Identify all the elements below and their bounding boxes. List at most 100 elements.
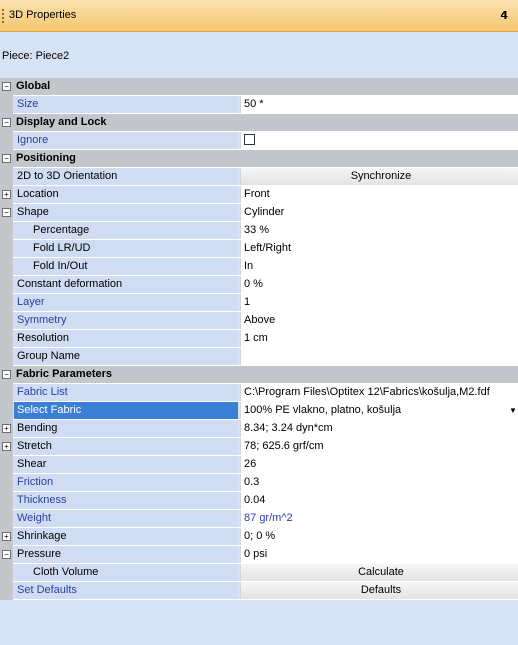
property-name: Symmetry	[14, 312, 238, 329]
property-name: Group Name	[14, 348, 238, 365]
ignore-checkbox[interactable]	[244, 133, 255, 145]
property-value[interactable]	[240, 348, 518, 365]
property-value[interactable]: 0.3	[240, 474, 518, 491]
calculate-button[interactable]: Calculate	[240, 564, 518, 581]
property-name: Weight	[14, 510, 238, 527]
category-label: Fabric Parameters	[16, 368, 112, 380]
property-name: Select Fabric	[14, 402, 238, 419]
property-constant-deformation[interactable]: Constant deformation 0 %	[0, 276, 518, 294]
property-name: 2D to 3D Orientation	[14, 168, 238, 185]
category-fabric-parameters[interactable]: − Fabric Parameters	[0, 366, 518, 384]
property-shape[interactable]: − Shape Cylinder	[0, 204, 518, 222]
collapse-icon[interactable]: −	[2, 550, 11, 559]
expand-icon[interactable]: +	[2, 424, 11, 433]
fabric-select[interactable]: 100% PE vlakno, platno, košulja ▼	[240, 402, 518, 419]
panel-title: 3D Properties	[9, 9, 77, 21]
property-size[interactable]: Size 50 *	[0, 96, 518, 114]
category-positioning[interactable]: − Positioning	[0, 150, 518, 168]
property-cloth-volume[interactable]: Cloth Volume Calculate	[0, 564, 518, 582]
property-fold-inout[interactable]: Fold In/Out In	[0, 258, 518, 276]
property-fold-lrud[interactable]: Fold LR/UD Left/Right	[0, 240, 518, 258]
expand-icon[interactable]: +	[2, 532, 11, 541]
property-resolution[interactable]: Resolution 1 cm	[0, 330, 518, 348]
property-value[interactable]: Left/Right	[240, 240, 518, 257]
property-value[interactable]: 0; 0 %	[240, 528, 518, 545]
property-weight[interactable]: Weight 87 gr/m^2	[0, 510, 518, 528]
property-value[interactable]: Front	[240, 186, 518, 203]
property-name: Shape	[14, 204, 238, 221]
property-percentage[interactable]: Percentage 33 %	[0, 222, 518, 240]
property-name: Percentage	[14, 222, 238, 239]
property-name: Thickness	[14, 492, 238, 509]
property-value[interactable]: 8.34; 3.24 dyn*cm	[240, 420, 518, 437]
property-name: Stretch	[14, 438, 238, 455]
property-thickness[interactable]: Thickness 0.04	[0, 492, 518, 510]
category-label: Display and Lock	[16, 116, 107, 128]
expand-icon[interactable]: +	[2, 190, 11, 199]
property-name: Fold In/Out	[14, 258, 238, 275]
property-name: Fold LR/UD	[14, 240, 238, 257]
property-value[interactable]: 78; 625.6 grf/cm	[240, 438, 518, 455]
defaults-button[interactable]: Defaults	[240, 582, 518, 599]
property-orientation[interactable]: 2D to 3D Orientation Synchronize	[0, 168, 518, 186]
category-label: Global	[16, 80, 51, 92]
property-value[interactable]: 33 %	[240, 222, 518, 239]
property-friction[interactable]: Friction 0.3	[0, 474, 518, 492]
property-name: Shrinkage	[14, 528, 238, 545]
property-layer[interactable]: Layer 1	[0, 294, 518, 312]
property-grid: − Global Size 50 * − Display and Lock Ig…	[0, 78, 518, 600]
property-ignore[interactable]: Ignore	[0, 132, 518, 150]
property-stretch[interactable]: + Stretch 78; 625.6 grf/cm	[0, 438, 518, 456]
property-name: Location	[14, 186, 238, 203]
property-value[interactable]: 0 %	[240, 276, 518, 293]
property-value[interactable]: 1 cm	[240, 330, 518, 347]
property-name: Ignore	[14, 132, 238, 149]
property-name: Shear	[14, 456, 238, 473]
property-shear[interactable]: Shear 26	[0, 456, 518, 474]
property-name: Pressure	[14, 546, 238, 563]
property-value[interactable]: 50 *	[240, 96, 518, 113]
collapse-icon[interactable]: −	[2, 370, 11, 379]
property-value[interactable]: 26	[240, 456, 518, 473]
property-group-name[interactable]: Group Name	[0, 348, 518, 366]
property-fabric-list[interactable]: Fabric List C:\Program Files\Optitex 12\…	[0, 384, 518, 402]
expand-icon[interactable]: +	[2, 442, 11, 451]
weight-value: 87	[244, 512, 257, 524]
category-label: Positioning	[16, 152, 76, 164]
dropdown-arrow-icon[interactable]: ▼	[508, 405, 518, 416]
weight-unit: gr/m^2	[259, 512, 293, 524]
property-pressure[interactable]: − Pressure 0 psi	[0, 546, 518, 564]
category-global[interactable]: − Global	[0, 78, 518, 96]
property-name: Friction	[14, 474, 238, 491]
property-value[interactable]: 0.04	[240, 492, 518, 509]
property-name: Layer	[14, 294, 238, 311]
property-set-defaults[interactable]: Set Defaults Defaults	[0, 582, 518, 600]
property-value[interactable]: In	[240, 258, 518, 275]
property-symmetry[interactable]: Symmetry Above	[0, 312, 518, 330]
property-select-fabric[interactable]: Select Fabric 100% PE vlakno, platno, ko…	[0, 402, 518, 420]
property-value[interactable]: Cylinder	[240, 204, 518, 221]
fabric-select-value: 100% PE vlakno, platno, košulja	[244, 404, 402, 416]
collapse-icon[interactable]: −	[2, 82, 11, 91]
category-display-lock[interactable]: − Display and Lock	[0, 114, 518, 132]
pin-icon[interactable]: 𝟰	[500, 9, 508, 22]
property-value[interactable]: 1	[240, 294, 518, 311]
piece-header: Piece: Piece2	[0, 32, 518, 78]
property-name: Constant deformation	[14, 276, 238, 293]
property-value[interactable]: 0 psi	[240, 546, 518, 563]
collapse-icon[interactable]: −	[2, 118, 11, 127]
collapse-icon[interactable]: −	[2, 154, 11, 163]
grip-handle[interactable]	[2, 9, 6, 23]
property-name: Bending	[14, 420, 238, 437]
piece-label: Piece: Piece2	[2, 50, 70, 62]
property-shrinkage[interactable]: + Shrinkage 0; 0 %	[0, 528, 518, 546]
property-location[interactable]: + Location Front	[0, 186, 518, 204]
synchronize-button[interactable]: Synchronize	[240, 168, 518, 185]
property-value[interactable]: 87 gr/m^2	[240, 510, 518, 527]
collapse-icon[interactable]: −	[2, 208, 11, 217]
property-bending[interactable]: + Bending 8.34; 3.24 dyn*cm	[0, 420, 518, 438]
property-value[interactable]: C:\Program Files\Optitex 12\Fabrics\košu…	[240, 384, 518, 401]
property-value[interactable]: Above	[240, 312, 518, 329]
property-name: Set Defaults	[14, 582, 238, 599]
property-value	[240, 132, 518, 149]
